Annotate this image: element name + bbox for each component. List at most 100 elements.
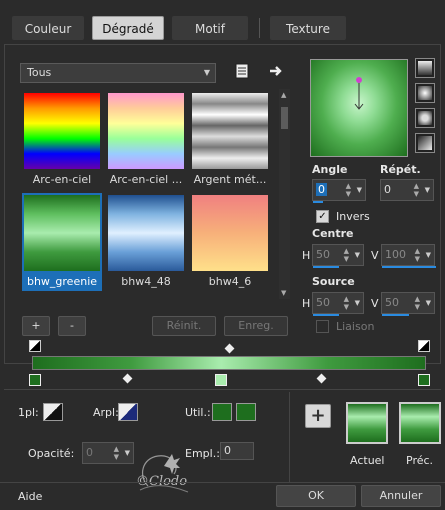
color-midpoint[interactable] <box>316 373 327 384</box>
tab-motif[interactable]: Motif <box>172 16 248 40</box>
user-color-swatch-2[interactable] <box>236 403 256 421</box>
invert-label: Invers <box>336 210 370 223</box>
gradient-gallery: Arc-en-ciel Arc-en-ciel ... Argent mét..… <box>20 89 276 299</box>
scrollbar-thumb[interactable] <box>281 107 288 129</box>
divider <box>289 392 290 482</box>
gradient-preview[interactable] <box>310 59 408 157</box>
opacity-stop-left[interactable] <box>29 340 41 352</box>
angle-value: 0 <box>316 183 327 196</box>
previous-preview[interactable] <box>399 402 441 444</box>
document-icon[interactable] <box>234 63 250 79</box>
center-h-label: H <box>302 249 311 262</box>
spin-arrows-icon[interactable]: ▲ ▼ <box>346 182 351 198</box>
user-color-label: Util.: <box>185 406 211 419</box>
cancel-button[interactable]: Annuler <box>361 485 441 507</box>
repeat-spinner[interactable]: 0 ▲ ▼ ▼ <box>380 179 434 201</box>
source-h-spinner[interactable]: 50 ▲ ▼ ▼ <box>312 292 364 316</box>
spin-arrows-icon[interactable]: ▲ ▼ <box>414 182 419 198</box>
repeat-label: Répét. <box>380 163 421 176</box>
sunburst-style-icon[interactable] <box>415 108 435 128</box>
spin-arrows-icon[interactable]: ▲ ▼ <box>344 295 349 311</box>
help-link[interactable]: Aide <box>18 490 42 503</box>
previous-label: Préc. <box>406 454 434 467</box>
tab-degrade[interactable]: Dégradé <box>92 16 164 40</box>
color-midpoint[interactable] <box>122 373 133 384</box>
category-select[interactable]: Tous ▼ <box>20 63 216 83</box>
user-color-swatch-1[interactable] <box>212 403 232 421</box>
gallery-item[interactable]: Arc-en-ciel ... <box>106 91 186 189</box>
chevron-down-icon[interactable]: ▼ <box>355 251 360 259</box>
tab-bar: Couleur Dégradé Motif Texture <box>0 0 445 44</box>
color-stop-left[interactable] <box>29 374 41 386</box>
chevron-down-icon[interactable]: ▼ <box>426 251 431 259</box>
center-v-slider[interactable] <box>382 266 436 268</box>
scroll-down-icon[interactable]: ▼ <box>281 289 286 297</box>
repeat-value: 0 <box>384 183 391 196</box>
center-h-spinner[interactable]: 50 ▲ ▼ ▼ <box>312 244 364 268</box>
add-to-palette-button[interactable]: + <box>305 404 331 428</box>
angle-slider[interactable] <box>313 201 323 203</box>
current-preview[interactable] <box>346 402 388 444</box>
divider <box>0 482 445 483</box>
background-plan-label: Arpl: <box>93 406 119 419</box>
gallery-item-label: Arc-en-ciel <box>32 173 92 186</box>
tab-texture[interactable]: Texture <box>270 16 346 40</box>
divider <box>4 389 441 390</box>
gallery-item-selected[interactable]: bhw_greenie <box>22 193 102 291</box>
arrow-right-icon[interactable] <box>268 63 284 79</box>
angle-spinner[interactable]: 0 ▲ ▼ ▼ <box>312 179 366 203</box>
source-v-value: 50 <box>385 296 399 309</box>
gallery-item-label: bhw_greenie <box>26 275 98 288</box>
gallery-scrollbar[interactable]: ▲ ▼ <box>279 89 290 299</box>
opacity-value: 0 <box>86 446 93 459</box>
invert-checkbox[interactable]: ✓ <box>316 210 329 223</box>
first-plan-swatch[interactable] <box>43 403 63 421</box>
source-h-value: 50 <box>316 296 330 309</box>
opacity-spinner[interactable]: 0 ▲ ▼ ▼ <box>82 442 134 464</box>
tab-separator <box>259 18 260 38</box>
source-v-label: V <box>371 297 379 310</box>
gradient-swatch <box>24 195 100 271</box>
spin-arrows-icon[interactable]: ▲ ▼ <box>344 247 349 263</box>
reset-button[interactable]: Réinit. <box>152 316 216 336</box>
tab-couleur[interactable]: Couleur <box>12 16 84 40</box>
radial-style-icon[interactable] <box>415 133 435 153</box>
ok-button[interactable]: OK <box>276 485 356 507</box>
color-stop-middle[interactable] <box>215 374 227 386</box>
link-checkbox[interactable] <box>316 320 329 333</box>
gallery-item[interactable]: Argent mét... <box>190 91 270 189</box>
gradient-swatch <box>192 195 268 271</box>
opacity-stop-right[interactable] <box>418 340 430 352</box>
add-button[interactable]: + <box>22 316 50 336</box>
center-v-spinner[interactable]: 100 ▲ ▼ ▼ <box>381 244 436 268</box>
background-plan-swatch[interactable] <box>118 403 138 421</box>
watermark-logo: ©Clodo <box>128 446 200 498</box>
source-v-spinner[interactable]: 50 ▲ ▼ ▼ <box>381 292 435 316</box>
chevron-down-icon[interactable]: ▼ <box>355 299 360 307</box>
opacity-label: Opacité: <box>28 447 75 460</box>
center-v-label: V <box>371 249 379 262</box>
center-h-slider[interactable] <box>313 266 339 268</box>
gallery-item-label: Argent mét... <box>193 173 267 186</box>
spin-arrows-icon[interactable]: ▲ ▼ <box>114 445 119 461</box>
spin-arrows-icon[interactable]: ▲ ▼ <box>415 247 420 263</box>
scroll-up-icon[interactable]: ▲ <box>281 91 286 99</box>
gallery-item[interactable]: bhw4_48 <box>106 193 186 291</box>
rectangular-style-icon[interactable] <box>415 83 435 103</box>
gallery-item[interactable]: bhw4_6 <box>190 193 270 291</box>
gradient-swatch <box>108 195 184 271</box>
gallery-item-label: bhw4_48 <box>121 275 171 288</box>
position-field[interactable]: 0 <box>220 442 254 460</box>
chevron-down-icon[interactable]: ▼ <box>426 299 431 307</box>
remove-button[interactable]: - <box>58 316 86 336</box>
spin-arrows-icon[interactable]: ▲ ▼ <box>415 295 420 311</box>
gallery-item[interactable]: Arc-en-ciel <box>22 91 102 189</box>
chevron-down-icon[interactable]: ▼ <box>357 186 362 194</box>
linear-style-icon[interactable] <box>415 58 435 78</box>
source-label: Source <box>312 275 355 288</box>
color-stop-right[interactable] <box>418 374 430 386</box>
source-v-slider[interactable] <box>382 314 409 316</box>
chevron-down-icon[interactable]: ▼ <box>425 186 430 194</box>
save-button[interactable]: Enreg. <box>224 316 288 336</box>
source-h-slider[interactable] <box>313 314 339 316</box>
